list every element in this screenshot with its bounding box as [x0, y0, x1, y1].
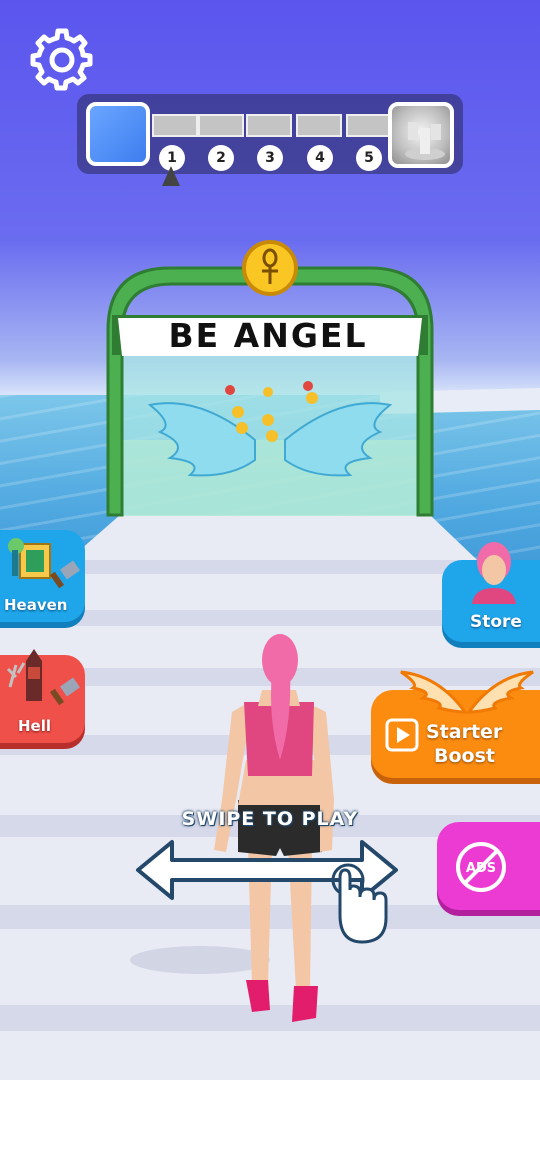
store-avatar-icon: [472, 542, 516, 604]
character-shadow: [130, 946, 270, 974]
level-number-5: 5: [356, 145, 382, 171]
level-number-2: 2: [208, 145, 234, 171]
hell-label: Hell: [18, 717, 52, 735]
game-scene[interactable]: 1 2 3 4 5 BE ANGEL Heaven Hell Store Sta…: [0, 0, 540, 1080]
settings-gear-icon[interactable]: [30, 28, 94, 92]
ankh-emblem-icon: [242, 240, 298, 296]
heaven-building-icon: [8, 538, 80, 589]
heaven-label: Heaven: [4, 596, 68, 614]
starter-boost-label: Starter Boost: [426, 721, 503, 767]
goal-statue-icon: [405, 122, 445, 160]
starter-boost-button[interactable]: Starter Boost: [371, 670, 540, 778]
video-ad-play-icon: [385, 718, 419, 752]
progress-segment: [246, 114, 292, 137]
level-number-3: 3: [257, 145, 283, 171]
bottom-blank-area: [0, 1080, 540, 1170]
store-button[interactable]: Store: [442, 542, 540, 642]
level-number-4: 4: [307, 145, 333, 171]
level-goal-thumbnail: [388, 102, 454, 168]
progress-segment: [152, 114, 198, 137]
no-ads-text: ADS: [466, 861, 496, 876]
heaven-build-button[interactable]: Heaven: [0, 530, 85, 622]
progress-segment: [296, 114, 342, 137]
no-ads-icon: ADS: [456, 842, 506, 892]
progress-segment: [198, 114, 244, 137]
remove-ads-button[interactable]: ADS: [437, 822, 540, 910]
gate-title: BE ANGEL: [168, 316, 368, 355]
progress-segment: [346, 114, 392, 137]
hell-build-button[interactable]: Hell: [0, 649, 85, 743]
boost-wings-icon: [400, 670, 534, 714]
hell-building-icon: [6, 649, 80, 706]
current-level-pointer-icon: [162, 166, 180, 186]
level-start-thumbnail: [86, 102, 150, 166]
store-label: Store: [470, 612, 522, 632]
swipe-to-play-label: SWIPE TO PLAY: [181, 808, 359, 830]
